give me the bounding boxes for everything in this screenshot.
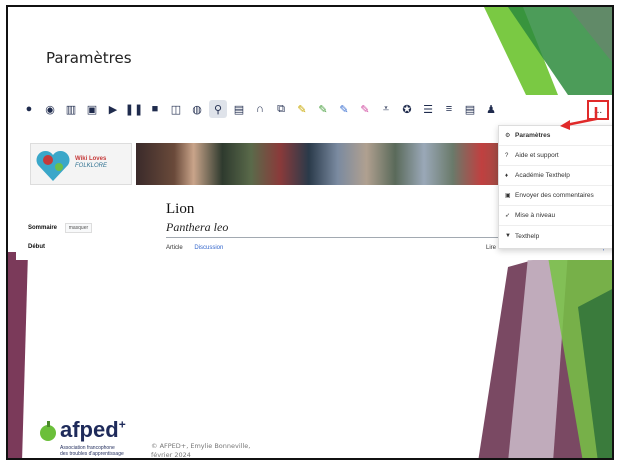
annotation-arrow <box>560 107 598 130</box>
copyright-line2: février 2024 <box>151 451 191 459</box>
slide: Paramètres ● ◉ ▥ ▣ ▶ ❚❚ ■ ◫ ◍ ⚲ ▤ ∩ ⧉ ✎ … <box>6 5 614 460</box>
apple-icon <box>40 421 56 441</box>
afped-brand: afped+ <box>60 417 126 443</box>
copyright: © AFPED+, Emylie Bonneville, février 202… <box>151 442 251 459</box>
copyright-line1: © AFPED+, Emylie Bonneville, <box>151 442 251 450</box>
tagline-line2: des troubles d'apprentissage <box>60 451 124 457</box>
afped-tagline: Association francophone des troubles d'a… <box>60 445 124 457</box>
brand-name: afped <box>60 417 119 442</box>
brand-sup: + <box>118 417 126 432</box>
close-icon[interactable]: × <box>612 101 614 115</box>
